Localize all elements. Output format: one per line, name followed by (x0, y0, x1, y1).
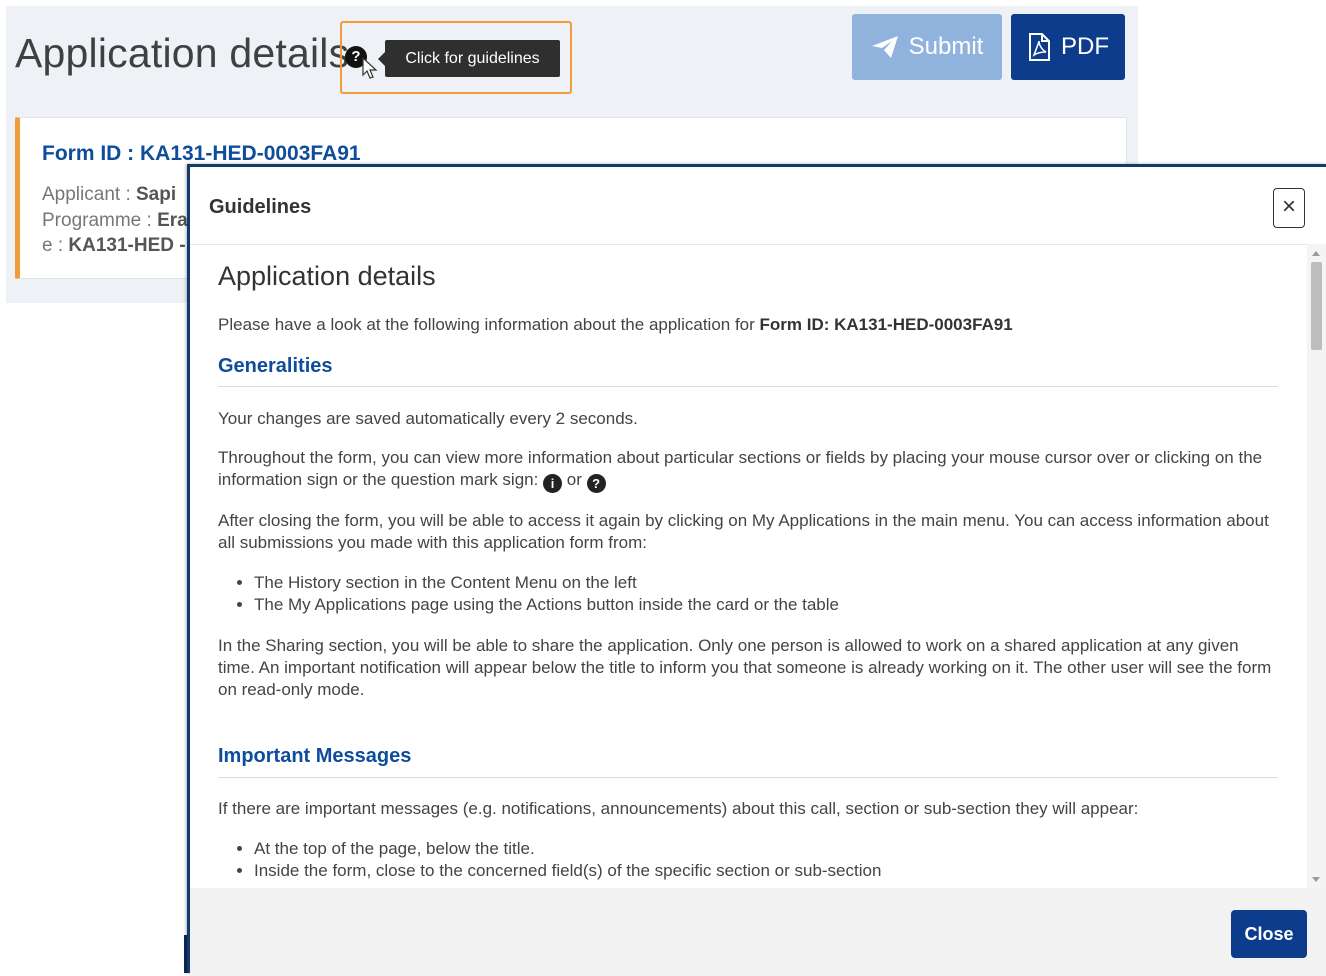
info-text-label: Throughout the form, you can view more i… (218, 448, 1263, 489)
scrollbar[interactable] (1307, 244, 1326, 888)
pdf-button[interactable]: PDF (1011, 14, 1125, 80)
question-mark-icon: ? (586, 474, 606, 493)
modal-header: Guidelines × (190, 167, 1326, 244)
code-line: e : KA131-HED - (42, 235, 186, 257)
code-label: e : (42, 235, 69, 256)
close-button[interactable]: Close (1231, 910, 1307, 958)
paper-plane-icon (871, 36, 898, 58)
form-id: Form ID : KA131-HED-0003FA91 (42, 142, 361, 165)
page-title: Application details (15, 30, 350, 76)
access-text: After closing the form, you will be able… (218, 511, 1269, 552)
info-text: Throughout the form, you can view more i… (218, 447, 1278, 493)
list-item: The My Applications page using the Actio… (254, 594, 839, 616)
guidelines-tooltip: Click for guidelines (378, 40, 560, 77)
divider (218, 386, 1278, 387)
submit-button[interactable]: Submit (852, 14, 1002, 80)
list-item: At the top of the page, below the title. (254, 838, 881, 860)
scroll-thumb[interactable] (1311, 262, 1322, 350)
guidelines-modal: Guidelines × Application details Please … (187, 164, 1326, 976)
code-value: KA131-HED - (68, 235, 186, 256)
applicant-label: Applicant : (42, 184, 136, 205)
scroll-down-icon[interactable] (1312, 877, 1320, 882)
programme-label: Programme : (42, 210, 158, 231)
section-title: Application details (218, 261, 436, 291)
important-messages-heading: Important Messages (218, 745, 412, 767)
messages-text: If there are important messages (e.g. no… (218, 799, 1139, 818)
info-icon: i (543, 474, 563, 493)
applicant-value: Sapi (136, 184, 177, 205)
modal-body[interactable]: Application details Please have a look a… (190, 244, 1307, 888)
saved-text: Your changes are saved automatically eve… (218, 409, 638, 428)
pdf-file-icon (1029, 33, 1050, 61)
intro-text: Please have a look at the following info… (218, 314, 1278, 336)
pdf-label: PDF (1061, 33, 1109, 60)
list-item: The History section in the Content Menu … (254, 572, 839, 594)
submit-label: Submit (908, 33, 984, 60)
modal-footer: Close (190, 888, 1326, 976)
messages-list: At the top of the page, below the title.… (218, 838, 881, 882)
sharing-text: In the Sharing section, you will be able… (218, 636, 1272, 699)
modal-title: Guidelines (209, 196, 312, 218)
info-or-label: or (562, 470, 587, 489)
scroll-up-icon[interactable] (1312, 251, 1320, 256)
access-list: The History section in the Content Menu … (218, 572, 839, 616)
generalities-heading: Generalities (218, 355, 333, 377)
list-item: Inside the form, close to the concerned … (254, 860, 881, 882)
intro-form-id: Form ID: KA131-HED-0003FA91 (759, 315, 1013, 334)
programme-line: Programme : Era (42, 210, 188, 232)
programme-value: Era (157, 210, 188, 231)
applicant-line: Applicant : Sapi (42, 184, 176, 206)
divider (218, 777, 1278, 778)
intro-label: Please have a look at the following info… (218, 315, 760, 334)
close-icon[interactable]: × (1273, 188, 1305, 228)
